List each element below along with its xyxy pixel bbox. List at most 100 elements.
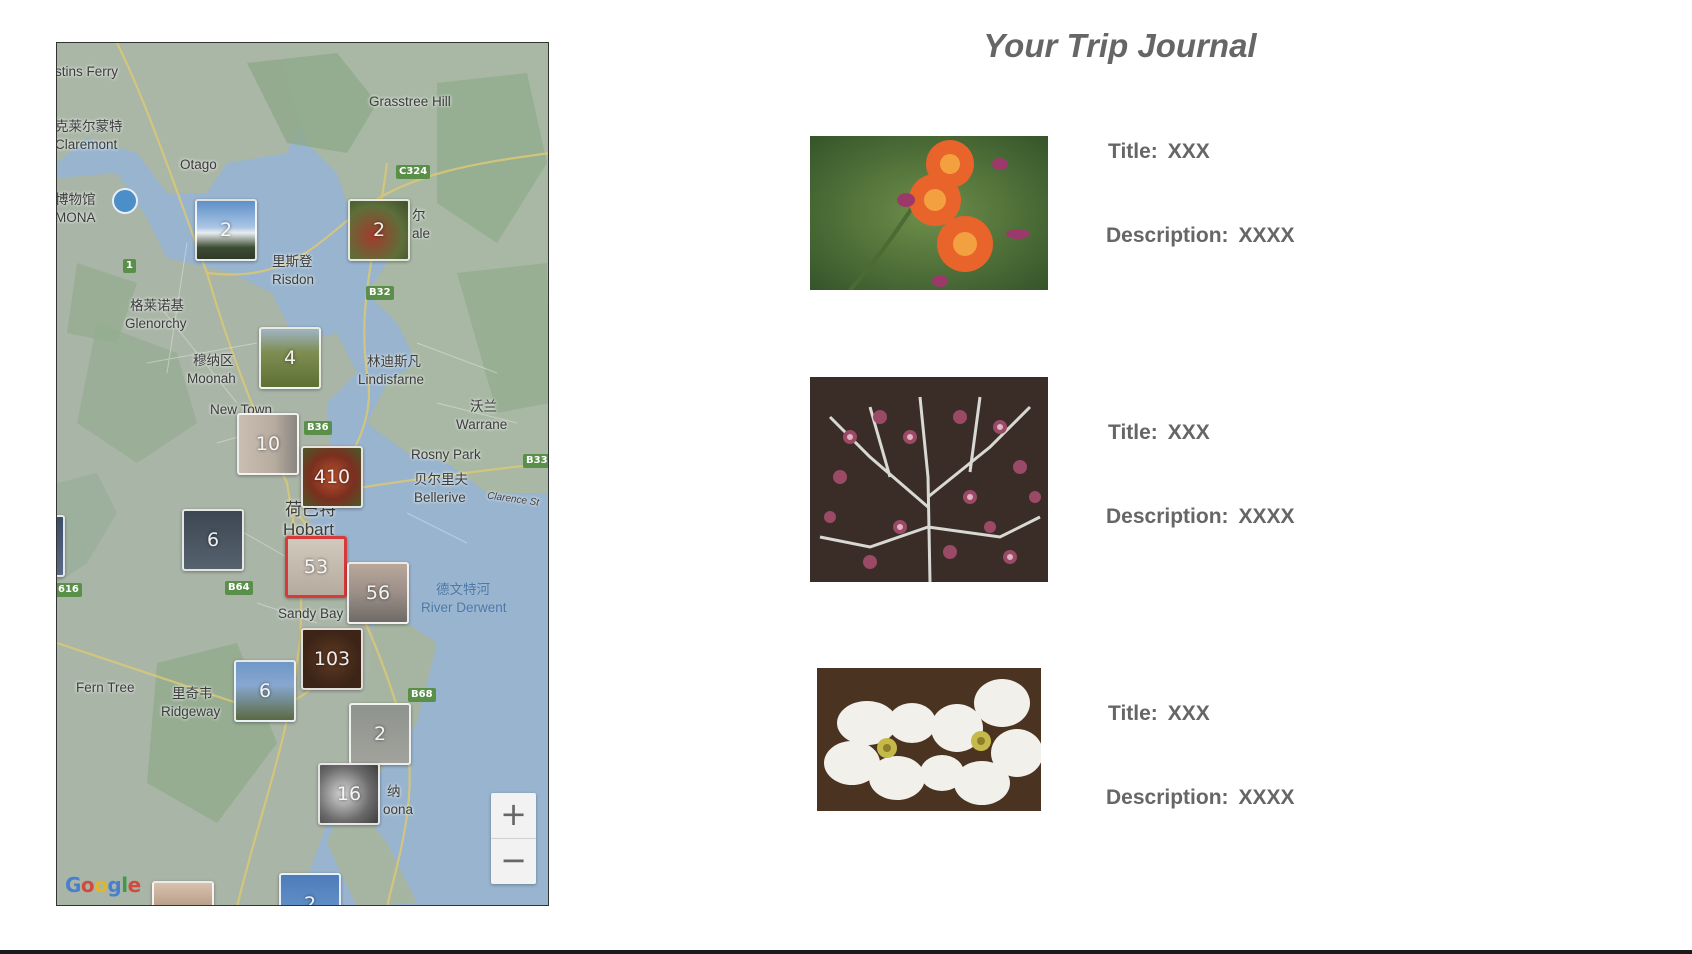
map-label-lindisfarne: Lindisfarne bbox=[358, 372, 425, 387]
map-label-museum-cn: 博物馆 bbox=[56, 192, 96, 207]
photo-cluster[interactable]: 103 bbox=[301, 628, 363, 690]
google-logo: Google bbox=[65, 873, 141, 897]
zoom-in-button[interactable]: + bbox=[491, 793, 536, 839]
photo-cluster[interactable]: 410 bbox=[301, 446, 363, 508]
cluster-count: 2 bbox=[372, 219, 386, 241]
cluster-count: 10 bbox=[255, 433, 281, 455]
road-shield-b68: B68 bbox=[408, 688, 436, 702]
map-label-risdon-cn: 里斯登 bbox=[272, 254, 313, 269]
map-label-bellerive: Bellerive bbox=[414, 490, 466, 505]
cluster-count: 2 bbox=[373, 723, 387, 745]
cluster-count: 6 bbox=[258, 680, 272, 702]
description-label: Description: bbox=[1106, 224, 1229, 247]
road-shield-616: 616 bbox=[57, 583, 82, 597]
map-label-claremont: Claremont bbox=[56, 137, 118, 152]
entry-1-description: Description: XXXX bbox=[1106, 224, 1295, 248]
cluster-count: 410 bbox=[313, 466, 351, 488]
map-label-ridgeway: Ridgeway bbox=[161, 704, 221, 719]
title-value: XXX bbox=[1167, 421, 1210, 444]
page-title: Your Trip Journal bbox=[983, 27, 1257, 64]
map-label-warrane-cn: 沃兰 bbox=[470, 399, 497, 414]
description-value: XXXX bbox=[1238, 505, 1295, 528]
map-label-sandy-bay: Sandy Bay bbox=[278, 606, 344, 621]
entry-3-title: Title: XXX bbox=[1108, 702, 1210, 726]
photo-cluster-selected[interactable]: 53 bbox=[285, 536, 347, 598]
cluster-count: 2 bbox=[303, 893, 317, 906]
orange-flower-image bbox=[810, 136, 1048, 290]
photo-cluster[interactable]: 6 bbox=[182, 509, 244, 571]
description-label: Description: bbox=[1106, 786, 1229, 809]
map-label-lindisfarne-cn: 林迪斯凡 bbox=[367, 354, 421, 369]
road-shield-c324: C324 bbox=[396, 165, 431, 179]
cluster-count: 16 bbox=[336, 783, 362, 805]
photo-cluster[interactable] bbox=[57, 515, 65, 577]
map-label-moonah: Moonah bbox=[187, 371, 236, 386]
logo-letter: G bbox=[65, 873, 81, 897]
road-shield-b33: B33 bbox=[523, 454, 548, 468]
title-label: Title: bbox=[1108, 421, 1158, 444]
title-label: Title: bbox=[1108, 140, 1158, 163]
entry-2-title: Title: XXX bbox=[1108, 421, 1210, 445]
map-label-derwent-cn: 德文特河 bbox=[436, 582, 490, 597]
cluster-count: 6 bbox=[206, 529, 220, 551]
road-shield-b36: B36 bbox=[304, 421, 332, 435]
entry-photo-orange-flowers[interactable] bbox=[810, 136, 1048, 290]
photo-cluster[interactable]: 6 bbox=[234, 660, 296, 722]
map-label-rosedale-cn: 尔 bbox=[412, 208, 426, 223]
map-label-warrane: Warrane bbox=[456, 417, 508, 432]
map-label-mona: MONA bbox=[56, 210, 96, 225]
photo-cluster[interactable]: 56 bbox=[347, 562, 409, 624]
pink-buds-image bbox=[810, 377, 1048, 582]
map-label-glenorchy: Glenorchy bbox=[125, 316, 187, 331]
road-shield-b32: B32 bbox=[366, 286, 394, 300]
logo-letter: e bbox=[127, 873, 142, 897]
logo-letter: g bbox=[107, 873, 122, 897]
museum-pin-icon[interactable] bbox=[112, 188, 138, 214]
cluster-count: 56 bbox=[365, 582, 391, 604]
map-label-austins-ferry: stins Ferry bbox=[56, 64, 119, 79]
description-label: Description: bbox=[1106, 505, 1229, 528]
entry-photo-white-blossoms[interactable] bbox=[817, 668, 1041, 811]
cluster-count: 2 bbox=[219, 219, 233, 241]
map-label-rosny-park: Rosny Park bbox=[411, 447, 481, 462]
bottom-divider bbox=[0, 950, 1692, 954]
cluster-count: 53 bbox=[303, 556, 329, 578]
photo-cluster[interactable] bbox=[152, 881, 214, 905]
photo-map[interactable]: stins Ferry Grasstree Hill 克莱尔蒙特 Claremo… bbox=[56, 42, 549, 906]
zoom-out-button[interactable]: − bbox=[491, 839, 536, 884]
photo-cluster[interactable]: 2 bbox=[349, 703, 411, 765]
white-blossoms-image bbox=[817, 668, 1041, 811]
photo-cluster[interactable]: 2 bbox=[195, 199, 257, 261]
title-value: XXX bbox=[1167, 702, 1210, 725]
map-label-grasstree-hill: Grasstree Hill bbox=[369, 94, 451, 109]
cluster-count: 4 bbox=[283, 347, 297, 369]
logo-letter: o bbox=[80, 873, 95, 897]
map-label-derwent: River Derwent bbox=[421, 600, 507, 615]
map-label-ridgeway-cn: 里奇韦 bbox=[172, 686, 213, 701]
map-label-fern-tree: Fern Tree bbox=[76, 680, 135, 695]
map-label-risdon: Risdon bbox=[272, 272, 315, 287]
entry-photo-pink-buds[interactable] bbox=[810, 377, 1048, 582]
photo-cluster[interactable]: 4 bbox=[259, 327, 321, 389]
map-label-glenorchy-cn: 格莱诺基 bbox=[130, 298, 184, 313]
map-label-moonah-cn: 穆纳区 bbox=[193, 353, 234, 368]
photo-cluster[interactable]: 10 bbox=[237, 413, 299, 475]
map-label-kingston: oona bbox=[383, 802, 414, 817]
map-label-rosedale: ale bbox=[412, 226, 431, 241]
photo-cluster[interactable]: 2 bbox=[279, 873, 341, 906]
road-shield-b64: B64 bbox=[225, 581, 253, 595]
entry-3-description: Description: XXXX bbox=[1106, 786, 1295, 810]
map-label-kingston-cn: 纳 bbox=[387, 784, 401, 799]
cluster-count: 103 bbox=[313, 648, 351, 670]
road-shield-1: 1 bbox=[123, 259, 136, 273]
map-label-otago: Otago bbox=[180, 157, 217, 172]
entry-2-description: Description: XXXX bbox=[1106, 505, 1295, 529]
description-value: XXXX bbox=[1238, 224, 1295, 247]
map-label-claremont-cn: 克莱尔蒙特 bbox=[56, 119, 123, 134]
logo-letter: o bbox=[94, 873, 108, 897]
title-value: XXX bbox=[1167, 140, 1210, 163]
photo-cluster[interactable]: 2 bbox=[348, 199, 410, 261]
photo-cluster[interactable]: 16 bbox=[318, 763, 380, 825]
map-label-bellerive-cn: 贝尔里夫 bbox=[414, 472, 468, 487]
title-label: Title: bbox=[1108, 702, 1158, 725]
